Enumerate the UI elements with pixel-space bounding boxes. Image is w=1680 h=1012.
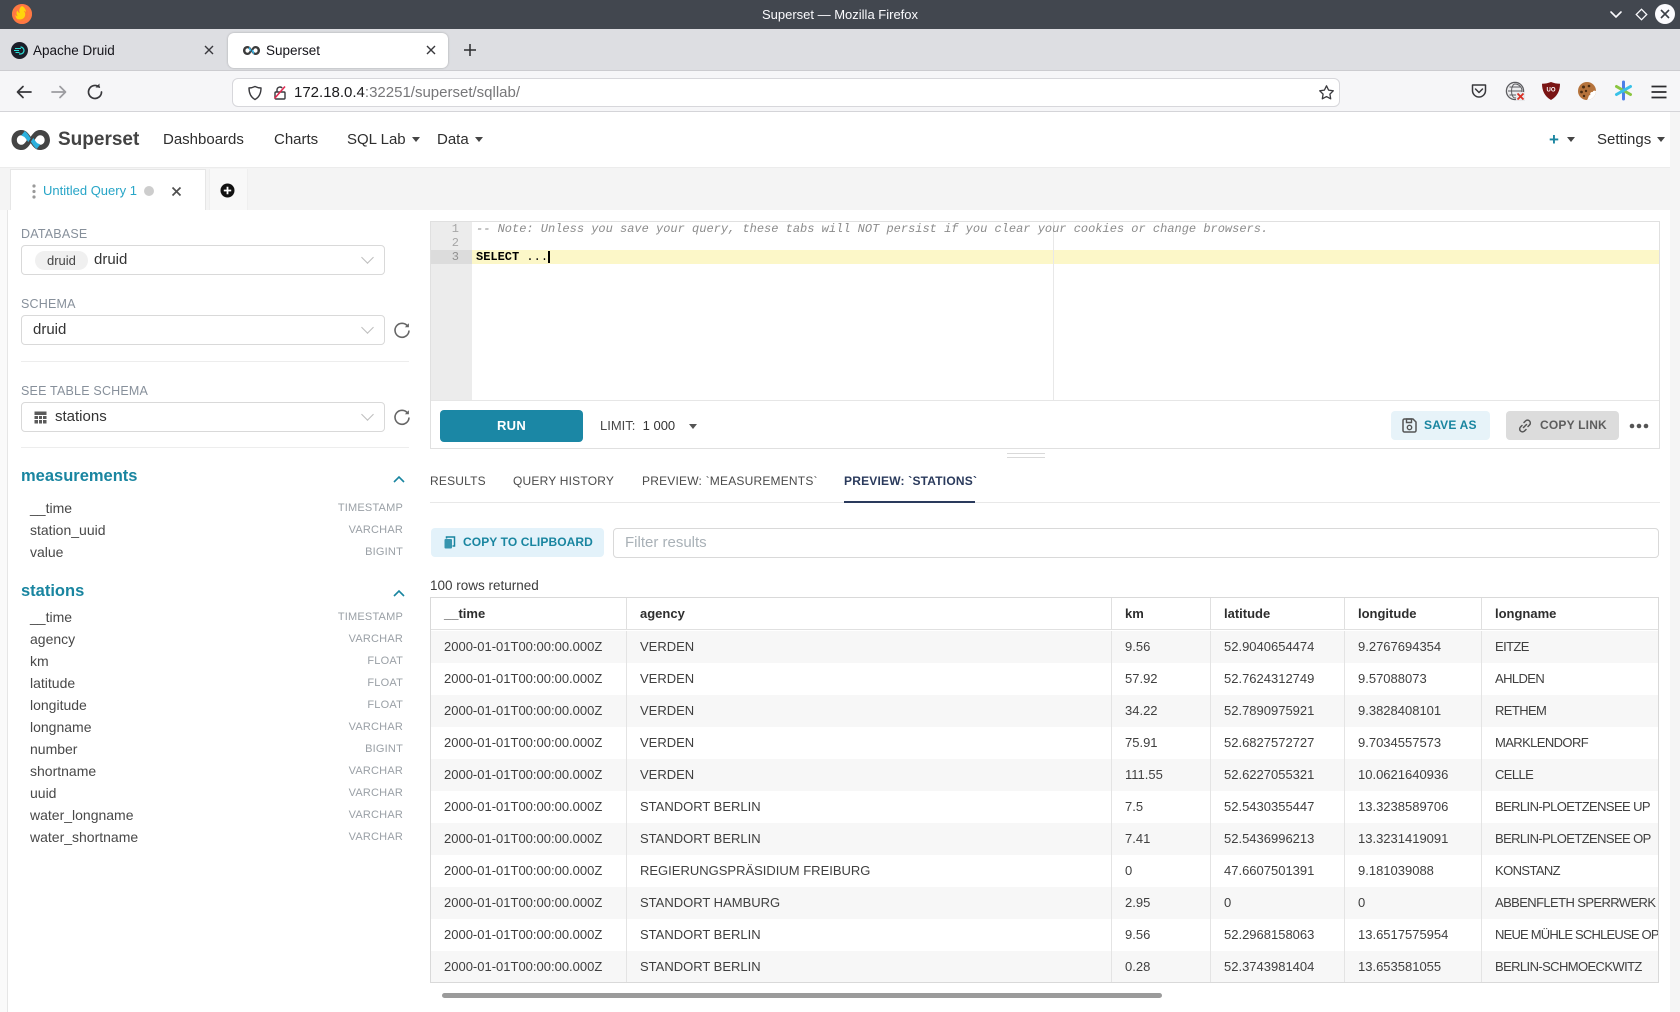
svg-text:UO: UO — [1547, 88, 1556, 94]
